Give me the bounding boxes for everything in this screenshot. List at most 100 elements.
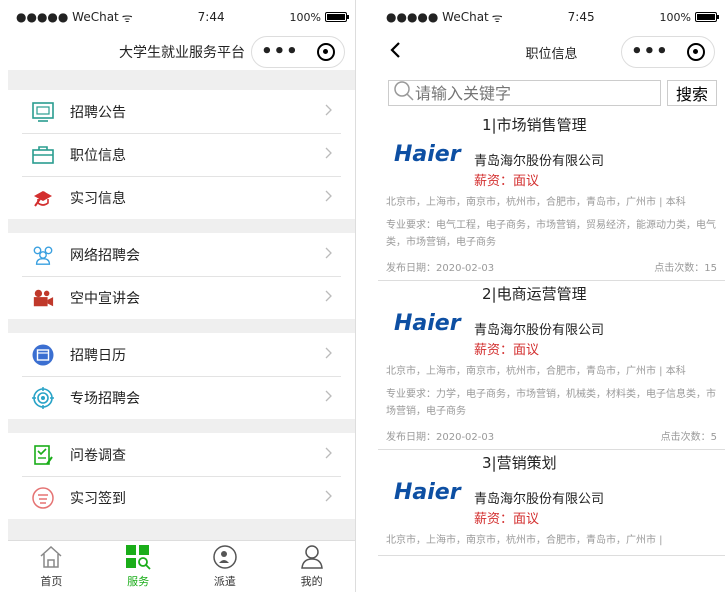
carrier-text: ●●●●● WeChat (386, 10, 489, 24)
user-icon (299, 543, 325, 571)
menu-item[interactable]: 问卷调查 (8, 433, 355, 476)
tab-mine-label: 我的 (300, 575, 323, 588)
job-cities: 北京市，上海市，南京市，杭州市，合肥市，青岛市，广州市 | 本科 (386, 366, 686, 377)
job-title: 3|营销策划 (482, 454, 557, 472)
click-count: 点击次数：15 (654, 263, 717, 274)
chevron-right-icon (325, 390, 333, 406)
job-card[interactable]: 2|电商运营管理 Haier 青岛海尔股份有限公司 薪资：面议 北京市，上海市，南京市，… (378, 281, 725, 450)
page-title: 大学生就业服务平台 (119, 45, 245, 61)
job-majors: 专业要求：电气工程，电子商务，市场营销，贸易经济，能源动力类，电气类，市场营销，… (386, 220, 716, 248)
menu-item[interactable]: 招聘日历 (8, 333, 355, 376)
menu-item[interactable]: 网络招聘会 (8, 233, 355, 276)
menu-item[interactable]: 职位信息 (8, 133, 355, 176)
close-mini-program-icon[interactable] (316, 43, 335, 61)
wifi-icon: ᯤ (491, 10, 503, 25)
status-bar: ●●●●● WeChat ᯤ 7:45 100% (378, 0, 725, 34)
close-mini-program-icon[interactable] (686, 43, 705, 61)
menu-item[interactable]: 实习信息 (8, 176, 355, 219)
people-icon (32, 244, 54, 266)
tab-home[interactable]: 首页 (8, 541, 95, 592)
job-card[interactable]: 3|营销策划 Haier 青岛海尔股份有限公司 薪资：面议 北京市，上海市，南京市，杭州… (378, 450, 725, 556)
tab-service[interactable]: 服务 (95, 541, 182, 592)
wifi-icon: ᯤ (121, 10, 133, 25)
nav-bar: 职位信息 ••• (378, 34, 725, 70)
calendar-icon (32, 344, 54, 366)
battery-text: 100% (289, 10, 321, 24)
survey-icon (32, 444, 54, 466)
chevron-right-icon (325, 490, 333, 506)
job-meta: 发布日期：2020-02-03 点击次数：5 (386, 428, 717, 443)
chevron-right-icon (325, 247, 333, 263)
job-meta: 发布日期：2020-02-03 点击次数：15 (386, 259, 717, 274)
company-name: 青岛海尔股份有限公司 (474, 154, 605, 169)
salary-text: 薪资：面议 (474, 343, 540, 358)
job-card[interactable]: 1|市场销售管理 Haier 青岛海尔股份有限公司 薪资：面议北京市，上海市，南京市，… (378, 112, 725, 281)
tab-mine[interactable]: 我的 (268, 541, 355, 592)
click-count: 点击次数：5 (660, 432, 717, 443)
more-icon[interactable]: ••• (261, 43, 299, 61)
company-name: 青岛海尔股份有限公司 (474, 323, 605, 338)
menu-item[interactable]: 实习签到 (8, 476, 355, 519)
company-logo: Haier (394, 480, 461, 505)
cap-icon (32, 187, 54, 209)
chevron-right-icon (325, 104, 333, 120)
battery-icon (324, 12, 349, 22)
salary-text: 薪资：面议 (474, 174, 540, 189)
grid-icon (125, 543, 151, 571)
menu-group: 网络招聘会空中宣讲会 (8, 233, 355, 319)
menu-item[interactable]: 招聘公告 (8, 90, 355, 133)
carrier-text: ●●●●● WeChat (16, 10, 119, 24)
chevron-right-icon (325, 290, 333, 306)
chevron-right-icon (325, 147, 333, 163)
time-text: 7:45 (567, 10, 595, 24)
menu-item-label: 招聘日历 (70, 347, 126, 364)
menu-group: 问卷调查 实习签到 (8, 433, 355, 519)
back-icon[interactable] (388, 40, 412, 65)
menu-item-label: 专场招聘会 (70, 390, 140, 407)
job-cities: 北京市，上海市，南京市，杭州市，合肥市，青岛市，广州市 | 本科 (386, 197, 686, 208)
tab-dispatch[interactable]: 派遣 (182, 541, 269, 592)
menu-item[interactable]: 专场招聘会 (8, 376, 355, 419)
chevron-right-icon (325, 190, 333, 206)
camera-icon (32, 287, 54, 309)
mini-program-capsule: ••• (621, 36, 715, 68)
job-cities: 北京市，上海市，南京市，杭州市，合肥市，青岛市，广州市 | (386, 535, 663, 546)
status-bar: ●●●●● WeChat ᯤ 7:44 100% (8, 0, 355, 34)
search-button[interactable]: 搜索 (666, 80, 717, 106)
job-title: 1|市场销售管理 (482, 116, 587, 134)
menu-item-label: 网络招聘会 (70, 247, 140, 264)
job-list: 1|市场销售管理 Haier 青岛海尔股份有限公司 薪资：面议 北京市，上海市，南京市，… (378, 112, 725, 556)
publish-date: 发布日期：2020-02-03 (386, 263, 495, 274)
briefcase-icon (32, 144, 54, 166)
search-row: 搜索 (378, 70, 725, 112)
company-logo: Haier (394, 142, 461, 167)
notice-icon (32, 101, 54, 123)
menu-item-label: 实习信息 (70, 190, 126, 207)
company-logo: Haier (394, 311, 461, 336)
publish-date: 发布日期：2020-02-03 (386, 432, 495, 443)
job-majors: 专业要求：力学，电子商务，市场营销，机械类，材料类，电子信息类，市场营销，电子商… (386, 389, 716, 417)
job-list-screen: ●●●●● WeChat ᯤ 7:45 100% 职位信息 ••• 搜索 1|市… (378, 0, 725, 592)
search-input[interactable] (415, 83, 660, 103)
service-menu: 招聘公告职位信息实习信息网络招聘会空中宣讲会招聘日历专场招聘会问卷调查实习签到 (8, 90, 355, 519)
service-screen: ●●●●● WeChat ᯤ 7:44 100% 大学生就业服务平台 ••• 招… (8, 0, 356, 592)
battery-text: 100% (659, 10, 691, 24)
tab-home-label: 首页 (40, 575, 63, 588)
menu-item[interactable]: 空中宣讲会 (8, 276, 355, 319)
sign-icon (32, 486, 54, 509)
home-icon (38, 543, 64, 571)
menu-item-label: 职位信息 (70, 147, 126, 164)
tab-service-label: 服务 (127, 575, 150, 588)
menu-item-label: 招聘公告 (70, 104, 126, 121)
more-icon[interactable]: ••• (631, 43, 669, 61)
menu-item-label: 实习签到 (70, 490, 126, 507)
battery-icon (694, 12, 719, 22)
menu-item-label: 问卷调查 (70, 447, 126, 464)
target-icon (32, 386, 54, 409)
menu-group: 招聘公告职位信息实习信息 (8, 90, 355, 219)
menu-group: 招聘日历 专场招聘会 (8, 333, 355, 419)
chevron-right-icon (325, 447, 333, 463)
time-text: 7:44 (197, 10, 225, 24)
search-icon (393, 80, 415, 106)
company-name: 青岛海尔股份有限公司 (474, 492, 605, 507)
